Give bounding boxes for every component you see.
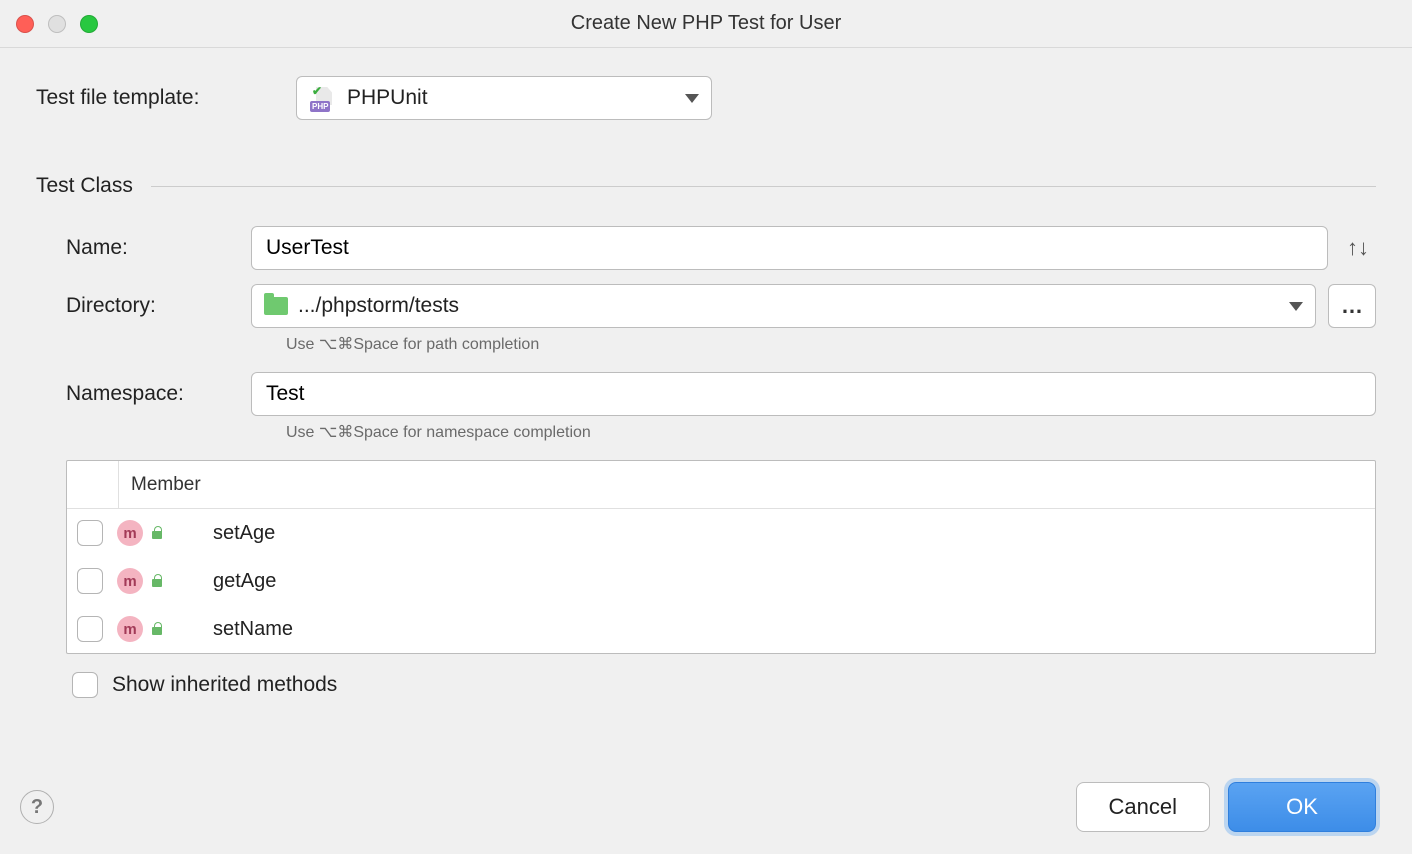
section-header: Test Class: [36, 174, 1376, 198]
method-icon: m: [117, 616, 143, 642]
member-name: getAge: [213, 570, 276, 593]
chevron-down-icon: [685, 94, 699, 103]
name-row: Name: ↑↓: [36, 226, 1376, 270]
phpunit-file-icon: ✔ PHP: [309, 86, 339, 110]
swap-button[interactable]: ↑↓: [1340, 226, 1376, 270]
dialog-window: Create New PHP Test for User Test file t…: [0, 0, 1412, 854]
namespace-input[interactable]: [264, 381, 1363, 407]
help-button[interactable]: ?: [20, 790, 54, 824]
template-dropdown[interactable]: ✔ PHP PHPUnit: [296, 76, 712, 120]
name-input[interactable]: [264, 235, 1315, 261]
members-table: Member m setAge m getAge m setName: [66, 460, 1376, 654]
minimize-window-button[interactable]: [48, 15, 66, 33]
visibility-icon: [149, 525, 165, 541]
visibility-icon: [149, 621, 165, 637]
show-inherited-row: Show inherited methods: [72, 672, 1376, 698]
folder-icon: [264, 297, 288, 315]
directory-value: .../phpstorm/tests: [298, 294, 459, 318]
ok-button[interactable]: OK: [1228, 782, 1376, 832]
titlebar: Create New PHP Test for User: [0, 0, 1412, 48]
name-input-wrapper: [251, 226, 1328, 270]
cancel-label: Cancel: [1109, 794, 1177, 820]
ellipsis-icon: …: [1341, 293, 1363, 319]
section-divider: [151, 186, 1376, 187]
dialog-content: Test file template: ✔ PHP PHPUnit Test C…: [0, 48, 1412, 782]
template-value: PHPUnit: [347, 86, 428, 110]
section-title: Test Class: [36, 174, 133, 198]
method-icon: m: [117, 520, 143, 546]
maximize-window-button[interactable]: [80, 15, 98, 33]
window-title: Create New PHP Test for User: [0, 12, 1412, 35]
member-checkbox[interactable]: [77, 568, 103, 594]
template-row: Test file template: ✔ PHP PHPUnit: [36, 76, 1376, 120]
help-icon: ?: [31, 796, 43, 819]
ok-label: OK: [1286, 794, 1318, 820]
directory-label: Directory:: [36, 294, 251, 318]
namespace-label: Namespace:: [36, 382, 251, 406]
members-table-header: Member: [67, 461, 1375, 509]
visibility-icon: [149, 573, 165, 589]
cancel-button[interactable]: Cancel: [1076, 782, 1210, 832]
directory-hint: Use ⌥⌘Space for path completion: [251, 334, 1376, 354]
directory-dropdown[interactable]: .../phpstorm/tests: [251, 284, 1316, 328]
namespace-hint: Use ⌥⌘Space for namespace completion: [251, 422, 1376, 442]
close-window-button[interactable]: [16, 15, 34, 33]
show-inherited-checkbox[interactable]: [72, 672, 98, 698]
show-inherited-label: Show inherited methods: [112, 673, 337, 697]
browse-directory-button[interactable]: …: [1328, 284, 1376, 328]
namespace-input-wrapper: [251, 372, 1376, 416]
member-checkbox[interactable]: [77, 520, 103, 546]
member-row[interactable]: m setName: [67, 605, 1375, 653]
member-row[interactable]: m getAge: [67, 557, 1375, 605]
namespace-row: Namespace:: [36, 372, 1376, 416]
window-controls: [16, 15, 98, 33]
dialog-footer: ? Cancel OK: [0, 782, 1412, 854]
member-name: setName: [213, 618, 293, 641]
member-name: setAge: [213, 522, 275, 545]
template-label: Test file template:: [36, 86, 296, 110]
member-checkbox[interactable]: [77, 616, 103, 642]
method-icon: m: [117, 568, 143, 594]
member-row[interactable]: m setAge: [67, 509, 1375, 557]
checkbox-column-header: [75, 461, 119, 508]
directory-row: Directory: .../phpstorm/tests …: [36, 284, 1376, 328]
swap-arrows-icon: ↑↓: [1347, 235, 1369, 261]
chevron-down-icon: [1289, 302, 1303, 311]
member-column-header: Member: [119, 474, 201, 496]
name-label: Name:: [36, 236, 251, 260]
